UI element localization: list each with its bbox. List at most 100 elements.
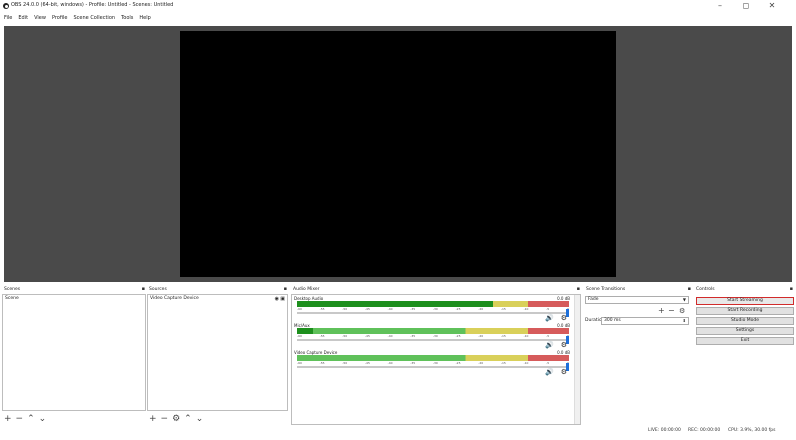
settings-button[interactable]: Settings <box>696 327 794 335</box>
remove-scene-button[interactable]: − <box>16 414 24 424</box>
spin-arrows-icon[interactable]: ⬍ <box>683 318 686 324</box>
exit-button[interactable]: Exit <box>696 337 794 345</box>
meter-tick-label: -30 <box>432 334 438 338</box>
audio-mixer-body: Desktop Audio 0.0 dB -60 -55 -50 -45 -40 -35 -30… <box>291 294 581 425</box>
meter-tick-label: -10 <box>523 334 529 338</box>
visibility-eye-icon[interactable]: ◉ <box>275 295 279 303</box>
transition-select[interactable]: Fade ▼ <box>585 296 689 304</box>
meter-scale: -60-55-50-45-40-35-30-25-20-15-10-50 <box>297 361 569 365</box>
meter-tick-label: -50 <box>342 334 348 338</box>
meter-tick-label: -25 <box>455 334 461 338</box>
meter-tick-label: -40 <box>387 334 393 338</box>
menu-profile[interactable]: Profile <box>52 15 68 21</box>
source-item-label: Video Capture Device <box>150 296 199 301</box>
sources-dock: Sources ▪ Video Capture Device ◉ ▣ + − ⚙… <box>147 286 288 427</box>
meter-tick-label: -50 <box>342 307 348 311</box>
close-button[interactable]: ✕ <box>760 1 784 11</box>
meter-tick-label: -60 <box>297 307 302 311</box>
menu-bar: File Edit View Profile Scene Collection … <box>0 12 796 23</box>
menu-edit[interactable]: Edit <box>18 15 28 21</box>
speaker-icon[interactable]: 🔊 <box>545 342 554 349</box>
volume-slider[interactable] <box>297 309 569 317</box>
title-bar: OBS 24.0.0 (64-bit, windows) - Profile: … <box>0 0 796 12</box>
live-status: LIVE: 00:00:00 <box>648 428 681 433</box>
mixer-track: Mic/Aux 0.0 dB -60 -55 -50 -45 -40 -35 -30 -25 -20… <box>294 323 572 350</box>
volume-slider[interactable] <box>297 336 569 344</box>
scenes-list[interactable]: Scene <box>2 294 146 411</box>
meter-tick-label: -15 <box>500 334 506 338</box>
controls-dock: Controls ▪ Start Streaming Start Recordi… <box>694 286 794 427</box>
menu-scene-collection[interactable]: Scene Collection <box>73 15 115 21</box>
move-up-icon[interactable]: ⌃ <box>27 414 35 424</box>
dock-float-icon[interactable]: ▪ <box>577 286 580 293</box>
minimize-button[interactable]: – <box>708 1 732 11</box>
meter-tick-label: -5 <box>546 334 550 338</box>
move-down-icon[interactable]: ⌄ <box>196 414 204 424</box>
speaker-icon[interactable]: 🔊 <box>545 315 554 322</box>
start-recording-button[interactable]: Start Recording <box>696 307 794 315</box>
menu-help[interactable]: Help <box>139 15 150 21</box>
meter-tick-label: -40 <box>387 361 393 365</box>
meter-tick-label: -55 <box>319 361 325 365</box>
sources-toolbar: + − ⚙ ⌃ ⌄ <box>149 413 203 425</box>
gear-icon[interactable]: ⚙ <box>561 315 567 322</box>
duration-value: 300 ms <box>604 318 621 323</box>
scenes-header: Scenes <box>2 286 146 293</box>
scenes-toolbar: + − ⌃ ⌄ <box>4 413 46 425</box>
volume-slider[interactable] <box>297 363 569 371</box>
add-scene-button[interactable]: + <box>4 414 12 424</box>
scene-transitions-dock: Scene Transitions ▪ Fade ▼ + − ⚙ Duratio… <box>584 286 692 427</box>
chevron-down-icon: ▼ <box>682 297 686 302</box>
move-up-icon[interactable]: ⌃ <box>184 414 192 424</box>
meter-tick-label: -30 <box>432 361 438 365</box>
cpu-status: CPU: 3.9%, 30.00 fps <box>728 428 776 433</box>
transition-select-value: Fade <box>588 297 599 302</box>
meter-tick-label: -15 <box>500 361 506 365</box>
gear-icon[interactable]: ⚙ <box>561 369 567 376</box>
source-item[interactable]: Video Capture Device ◉ ▣ <box>148 295 287 303</box>
remove-source-button[interactable]: − <box>161 414 169 424</box>
transition-settings-gear-icon[interactable]: ⚙ <box>679 307 685 315</box>
remove-transition-button[interactable]: − <box>668 307 675 315</box>
meter-tick-label: -60 <box>297 334 302 338</box>
sources-list[interactable]: Video Capture Device ◉ ▣ <box>147 294 288 411</box>
mixer-track: Desktop Audio 0.0 dB -60 -55 -50 -45 -40 -35 -30… <box>294 296 572 323</box>
meter-tick-label: -20 <box>478 361 484 365</box>
status-bar: LIVE: 00:00:00 REC: 00:00:00 CPU: 3.9%, … <box>0 426 796 436</box>
studio-mode-button[interactable]: Studio Mode <box>696 317 794 325</box>
dock-float-icon[interactable]: ▪ <box>790 286 793 293</box>
audio-mixer-header: Audio Mixer <box>291 286 581 293</box>
dock-float-icon[interactable]: ▪ <box>142 286 145 293</box>
add-transition-button[interactable]: + <box>658 307 665 315</box>
lock-icon[interactable]: ▣ <box>280 295 285 303</box>
start-streaming-button[interactable]: Start Streaming <box>696 297 794 305</box>
add-source-button[interactable]: + <box>149 414 157 424</box>
dock-float-icon[interactable]: ▪ <box>284 286 287 293</box>
meter-tick-label: -25 <box>455 307 461 311</box>
mixer-scrollbar[interactable] <box>574 295 580 424</box>
meter-tick-label: -15 <box>500 307 506 311</box>
controls-header: Controls <box>694 286 794 293</box>
gear-icon[interactable]: ⚙ <box>561 342 567 349</box>
speaker-icon[interactable]: 🔊 <box>545 369 554 376</box>
meter-tick-label: -30 <box>432 307 438 311</box>
maximize-button[interactable]: ◻ <box>734 1 758 11</box>
menu-view[interactable]: View <box>34 15 46 21</box>
menu-file[interactable]: File <box>4 15 12 21</box>
meter-tick-label: -10 <box>523 307 529 311</box>
meter-tick-label: -45 <box>364 307 370 311</box>
meter-tick-label: -25 <box>455 361 461 365</box>
meter-scale: -60-55-50-45-40-35-30-25-20-15-10-50 <box>297 307 569 311</box>
meter-tick-label: -40 <box>387 307 393 311</box>
preview-canvas[interactable] <box>180 31 616 277</box>
source-settings-gear-icon[interactable]: ⚙ <box>172 414 180 424</box>
move-down-icon[interactable]: ⌄ <box>39 414 47 424</box>
meter-tick-label: -5 <box>546 307 550 311</box>
menu-tools[interactable]: Tools <box>121 15 133 21</box>
scene-transitions-header: Scene Transitions <box>584 286 692 293</box>
scene-item[interactable]: Scene <box>3 295 145 303</box>
meter-tick-label: -35 <box>410 334 416 338</box>
meter-tick-label: -35 <box>410 307 416 311</box>
dock-float-icon[interactable]: ▪ <box>688 286 691 293</box>
duration-spinbox[interactable]: 300 ms ⬍ <box>601 317 689 325</box>
